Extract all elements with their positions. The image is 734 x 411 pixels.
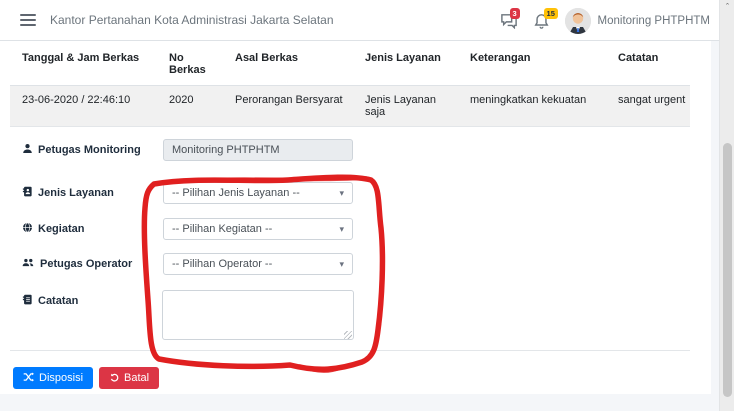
menu-toggle-icon[interactable]	[20, 11, 36, 29]
notifications-count-badge: 15	[544, 8, 558, 19]
page-background-strip	[711, 41, 719, 411]
kegiatan-select[interactable]: -- Pilihan Kegiatan -- ▾	[163, 218, 353, 240]
batal-button-label: Batal	[124, 372, 149, 384]
disposisi-button[interactable]: Disposisi	[13, 367, 93, 389]
user-avatar[interactable]	[565, 8, 591, 34]
jenis-layanan-label-row: Jenis Layanan	[22, 186, 114, 200]
jenis-layanan-label: Jenis Layanan	[38, 187, 114, 199]
cell-keterangan: meningkatkan kekuatan	[458, 86, 606, 126]
berkas-table: Tanggal & Jam Berkas No Berkas Asal Berk…	[10, 42, 690, 127]
col-jenis-layanan: Jenis Layanan	[353, 42, 458, 85]
catatan-label-row: Catatan	[22, 294, 78, 308]
petugas-operator-label-row: Petugas Operator	[22, 257, 132, 271]
batal-button[interactable]: Batal	[99, 367, 159, 389]
divider-bottom	[10, 350, 690, 351]
top-navbar: Kantor Pertanahan Kota Administrasi Jaka…	[0, 0, 719, 41]
petugas-operator-selected: -- Pilihan Operator --	[172, 258, 272, 270]
cell-no-berkas: 2020	[157, 86, 223, 126]
user-name[interactable]: Monitoring PHTPHTM	[598, 15, 710, 27]
disposisi-button-label: Disposisi	[39, 372, 83, 384]
petugas-monitoring-label: Petugas Monitoring	[38, 144, 141, 156]
messages-button[interactable]: 3	[500, 13, 518, 29]
divider-top	[10, 126, 690, 127]
petugas-monitoring-label-row: Petugas Monitoring	[22, 143, 141, 157]
form-actions: Disposisi Batal	[13, 367, 159, 389]
petugas-operator-select[interactable]: -- Pilihan Operator -- ▾	[163, 253, 353, 275]
col-keterangan: Keterangan	[458, 42, 606, 85]
navbar-right: 3 15	[500, 0, 710, 41]
jenis-layanan-selected: -- Pilihan Jenis Layanan --	[172, 187, 300, 199]
globe-icon	[22, 222, 33, 236]
cell-asal-berkas: Perorangan Bersyarat	[223, 86, 353, 126]
messages-count-badge: 3	[510, 8, 520, 19]
office-title: Kantor Pertanahan Kota Administrasi Jaka…	[50, 13, 334, 27]
table-header-row: Tanggal & Jam Berkas No Berkas Asal Berk…	[10, 42, 690, 86]
shuffle-icon	[23, 372, 34, 385]
petugas-monitoring-input[interactable]: Monitoring PHTPHTM	[163, 139, 353, 161]
notebook-icon	[22, 294, 33, 308]
cell-tanggal: 23-06-2020 / 22:46:10	[10, 86, 157, 126]
notifications-button[interactable]: 15	[534, 13, 549, 29]
scrollbar-thumb[interactable]	[723, 143, 732, 397]
cell-catatan: sangat urgent	[606, 86, 690, 126]
col-asal-berkas: Asal Berkas	[223, 42, 353, 85]
chevron-down-icon: ▾	[339, 188, 344, 199]
chevron-down-icon: ▾	[339, 259, 344, 270]
chevron-down-icon: ▾	[339, 224, 344, 235]
scrollbar-up-arrow[interactable]: ˆ	[720, 2, 734, 12]
jenis-layanan-select[interactable]: -- Pilihan Jenis Layanan -- ▾	[163, 182, 353, 204]
col-no-berkas: No Berkas	[157, 42, 223, 85]
kegiatan-selected: -- Pilihan Kegiatan --	[172, 223, 272, 235]
undo-icon	[109, 372, 119, 385]
page-background-bottom	[0, 394, 719, 411]
col-tanggal: Tanggal & Jam Berkas	[10, 42, 157, 85]
table-row: 23-06-2020 / 22:46:10 2020 Perorangan Be…	[10, 86, 690, 127]
user-icon	[22, 143, 33, 157]
col-catatan: Catatan	[606, 42, 690, 85]
petugas-operator-label: Petugas Operator	[40, 258, 132, 270]
kegiatan-label-row: Kegiatan	[22, 222, 84, 236]
vertical-scrollbar[interactable]: ˆ	[719, 0, 734, 411]
app-window: Kantor Pertanahan Kota Administrasi Jaka…	[0, 0, 734, 411]
address-book-icon	[22, 186, 33, 200]
kegiatan-label: Kegiatan	[38, 223, 84, 235]
cell-jenis-layanan: Jenis Layanan saja	[353, 86, 458, 126]
catatan-label: Catatan	[38, 295, 78, 307]
users-icon	[22, 257, 35, 271]
catatan-textarea[interactable]	[162, 290, 354, 340]
